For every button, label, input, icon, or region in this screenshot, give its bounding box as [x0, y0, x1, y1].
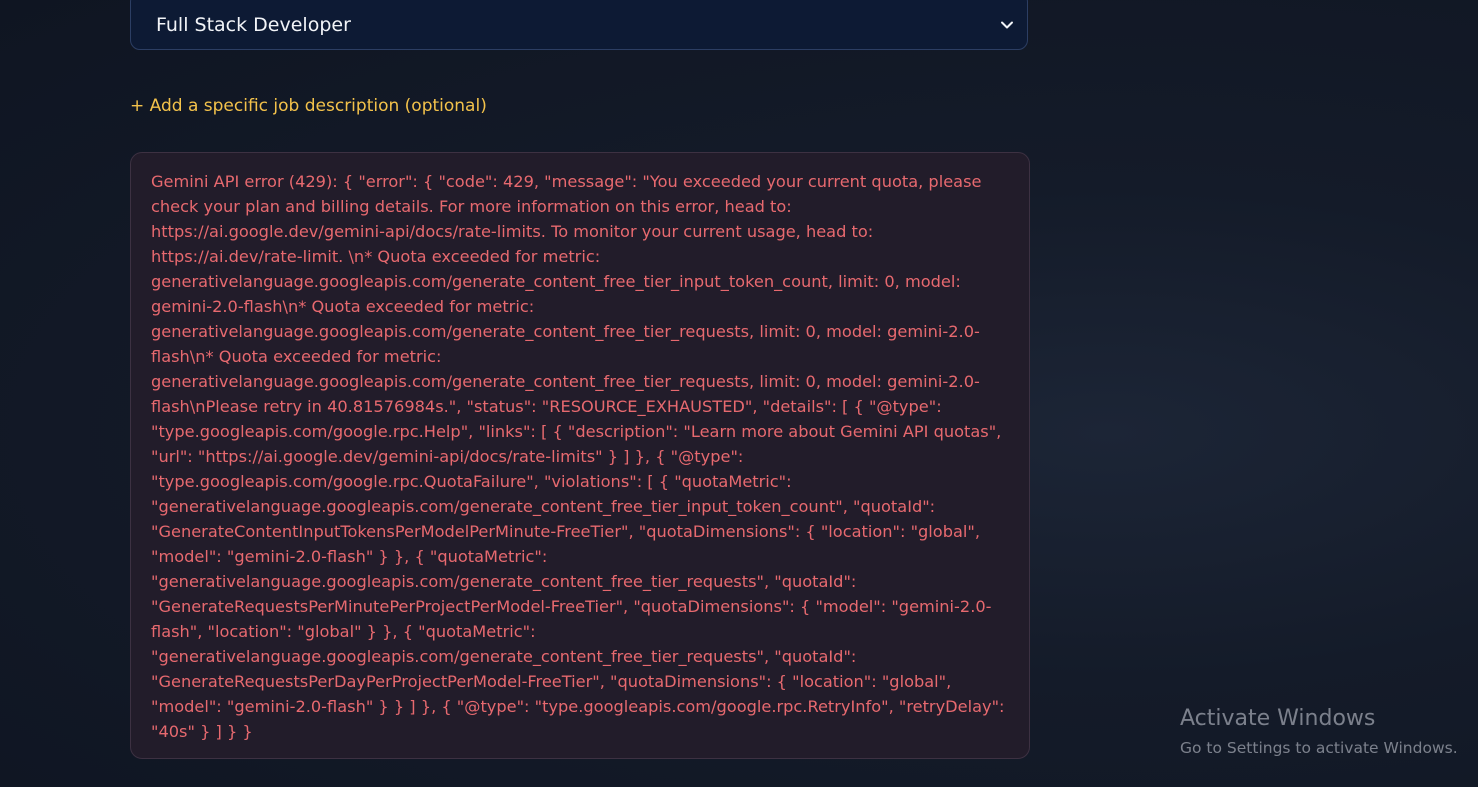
role-select-value: Full Stack Developer: [156, 14, 351, 36]
chevron-down-icon: [1001, 21, 1013, 29]
error-message-text: Gemini API error (429): { "error": { "co…: [151, 172, 1005, 741]
error-message-box: Gemini API error (429): { "error": { "co…: [130, 152, 1030, 759]
watermark-title: Activate Windows: [1180, 706, 1376, 731]
role-select[interactable]: Full Stack Developer: [130, 0, 1028, 50]
watermark-subtitle: Go to Settings to activate Windows.: [1180, 739, 1458, 757]
windows-activation-watermark: Activate Windows Go to Settings to activ…: [1180, 703, 1458, 761]
add-job-description-link[interactable]: + Add a specific job description (option…: [130, 96, 487, 116]
